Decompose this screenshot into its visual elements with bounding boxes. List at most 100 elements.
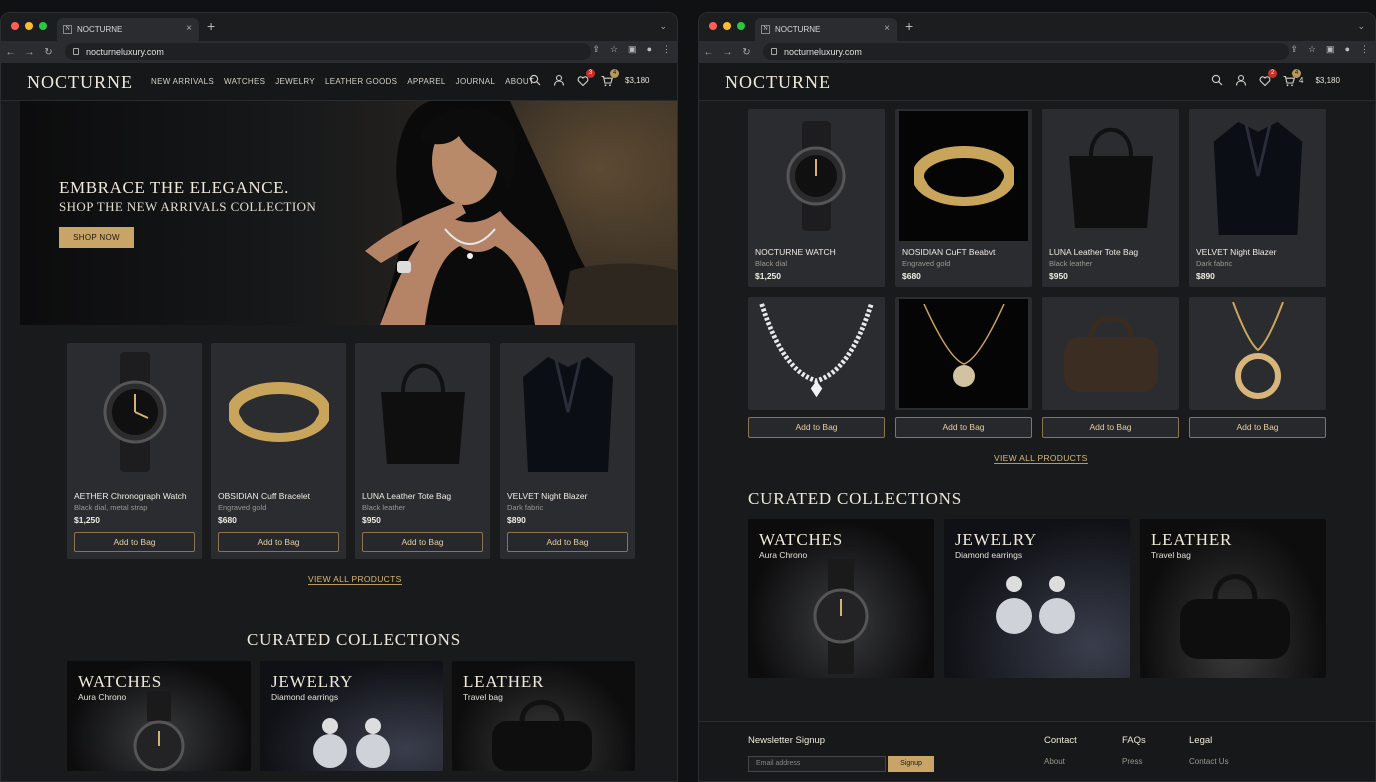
tab-bar: N NOCTURNE × + ⌄ — [1, 13, 677, 41]
product-card[interactable]: OBSIDIAN Cuff Bracelet Engraved gold $68… — [211, 343, 346, 559]
product-card[interactable] — [895, 297, 1032, 410]
add-to-bag-button[interactable]: Add to Bag — [895, 417, 1032, 438]
favicon-icon: N — [761, 25, 770, 34]
close-window-button[interactable] — [709, 22, 717, 30]
minimize-window-button[interactable] — [723, 22, 731, 30]
product-name[interactable]: AETHER Chronograph Watch — [74, 491, 187, 501]
view-all-products-link[interactable]: VIEW ALL PRODUCTS — [308, 574, 402, 585]
address-bar[interactable]: nocturneluxury.com — [65, 43, 591, 60]
product-desc: Black dial, metal strap — [74, 503, 148, 512]
signup-button[interactable]: Signup — [888, 756, 934, 772]
add-to-bag-button[interactable]: Add to Bag — [1189, 417, 1326, 438]
product-card[interactable] — [1189, 297, 1326, 410]
product-name[interactable]: LUNA Leather Tote Bag — [1049, 247, 1138, 257]
search-icon[interactable] — [1211, 74, 1223, 86]
forward-arrow-icon[interactable]: → — [718, 47, 737, 58]
product-name[interactable]: VELVET Night Blazer — [507, 491, 587, 501]
tab-list-chevron-icon[interactable]: ⌄ — [1357, 21, 1365, 32]
close-tab-icon[interactable]: × — [186, 23, 192, 34]
product-card[interactable]: LUNA Leather Tote Bag Black leather $950 — [1042, 109, 1179, 287]
blazer-icon — [522, 357, 613, 472]
product-card[interactable] — [1042, 297, 1179, 410]
product-name[interactable]: VELVET Night Blazer — [1196, 247, 1276, 257]
product-card[interactable]: VELVET Night Blazer Dark fabric $890 — [1189, 109, 1326, 287]
curated-collections-title: CURATED COLLECTIONS — [748, 489, 963, 508]
wishlist-button[interactable]: 3 — [577, 69, 595, 87]
site-logo[interactable]: NOCTURNE — [725, 72, 831, 93]
back-arrow-icon[interactable]: ← — [1, 47, 20, 58]
collection-tile-watches[interactable]: WATCHES Aura Chrono — [748, 519, 934, 678]
footer-link-about[interactable]: About — [1044, 757, 1065, 766]
footer-link-press[interactable]: Press — [1122, 757, 1142, 766]
collection-tile-watches[interactable]: WATCHES Aura Chrono — [67, 661, 251, 771]
collection-tile-jewelry[interactable]: JEWELRY Diamond earrings — [944, 519, 1130, 678]
bookmark-star-icon[interactable]: ☆ — [1308, 44, 1316, 55]
wishlist-button[interactable]: 2 — [1259, 69, 1277, 87]
add-to-bag-button[interactable]: Add to Bag — [748, 417, 885, 438]
product-name[interactable]: NOCTURNE WATCH — [755, 247, 836, 257]
share-icon[interactable]: ⇪ — [1290, 44, 1298, 55]
menu-item-new-arrivals[interactable]: NEW ARRIVALS — [151, 77, 214, 86]
sidebar-icon[interactable]: ▣ — [628, 44, 637, 55]
site-logo[interactable]: NOCTURNE — [27, 72, 133, 93]
tab-list-chevron-icon[interactable]: ⌄ — [659, 21, 667, 32]
cart-button[interactable]: 4 — [1283, 69, 1301, 87]
menu-item-apparel[interactable]: APPAREL — [407, 77, 445, 86]
product-card[interactable] — [748, 297, 885, 410]
back-arrow-icon[interactable]: ← — [699, 47, 718, 58]
close-window-button[interactable] — [11, 22, 19, 30]
menu-item-watches[interactable]: WATCHES — [224, 77, 265, 86]
cart-count-label: 4 — [1299, 75, 1304, 85]
close-tab-icon[interactable]: × — [884, 23, 890, 34]
product-name[interactable]: OBSIDIAN Cuff Bracelet — [218, 491, 310, 501]
menu-item-jewelry[interactable]: JEWELRY — [275, 77, 315, 86]
bookmark-star-icon[interactable]: ☆ — [610, 44, 618, 55]
address-bar[interactable]: nocturneluxury.com — [763, 43, 1289, 60]
email-input[interactable]: Email address — [748, 756, 886, 772]
account-icon[interactable] — [1235, 74, 1247, 86]
maximize-window-button[interactable] — [737, 22, 745, 30]
menu-item-journal[interactable]: JOURNAL — [456, 77, 495, 86]
shop-now-button[interactable]: SHOP NOW — [59, 227, 134, 248]
collection-tile-leather[interactable]: LEATHER Travel bag — [1140, 519, 1326, 678]
search-icon[interactable] — [529, 74, 541, 86]
new-tab-button[interactable]: + — [905, 19, 913, 33]
forward-arrow-icon[interactable]: → — [20, 47, 39, 58]
more-menu-icon[interactable]: ⋮ — [1360, 44, 1369, 55]
footer-link-contact-us[interactable]: Contact Us — [1189, 757, 1229, 766]
sidebar-icon[interactable]: ▣ — [1326, 44, 1335, 55]
site-footer: Newsletter Signup Email address Signup C… — [699, 721, 1375, 781]
favicon-icon: N — [63, 25, 72, 34]
product-name[interactable]: NOSIDIAN CuFT Beabvt — [902, 247, 995, 257]
add-to-bag-button[interactable]: Add to Bag — [362, 532, 483, 552]
product-card[interactable]: NOSIDIAN CuFT Beabvt Engraved gold $680 — [895, 109, 1032, 287]
browser-tab[interactable]: N NOCTURNE × — [755, 18, 897, 41]
product-card[interactable]: VELVET Night Blazer Dark fabric $890 Add… — [500, 343, 635, 559]
add-to-bag-button[interactable]: Add to Bag — [507, 532, 628, 552]
product-desc: Black dial — [755, 259, 788, 268]
product-card[interactable]: LUNA Leather Tote Bag Black leather $950… — [355, 343, 490, 559]
add-to-bag-button[interactable]: Add to Bag — [1042, 417, 1179, 438]
add-to-bag-button[interactable]: Add to Bag — [74, 532, 195, 552]
share-icon[interactable]: ⇪ — [592, 44, 600, 55]
minimize-window-button[interactable] — [25, 22, 33, 30]
cart-button[interactable]: 4 — [601, 69, 619, 87]
more-menu-icon[interactable]: ⋮ — [662, 44, 671, 55]
profile-icon[interactable]: ● — [647, 44, 652, 55]
reload-icon[interactable]: ↻ — [39, 47, 58, 58]
reload-icon[interactable]: ↻ — [737, 47, 756, 58]
collection-tile-leather[interactable]: LEATHER Travel bag — [452, 661, 635, 771]
hero-subheadline: SHOP THE NEW ARRIVALS COLLECTION — [59, 199, 317, 214]
product-card[interactable]: NOCTURNE WATCH Black dial $1,250 — [748, 109, 885, 287]
view-all-products-link[interactable]: VIEW ALL PRODUCTS — [994, 453, 1088, 464]
collection-tile-jewelry[interactable]: JEWELRY Diamond earrings — [260, 661, 443, 771]
maximize-window-button[interactable] — [39, 22, 47, 30]
menu-item-leather-goods[interactable]: LEATHER GOODS — [325, 77, 397, 86]
account-icon[interactable] — [553, 74, 565, 86]
new-tab-button[interactable]: + — [207, 19, 215, 33]
product-card[interactable]: AETHER Chronograph Watch Black dial, met… — [67, 343, 202, 559]
profile-icon[interactable]: ● — [1345, 44, 1350, 55]
add-to-bag-button[interactable]: Add to Bag — [218, 532, 339, 552]
product-name[interactable]: LUNA Leather Tote Bag — [362, 491, 451, 501]
browser-tab[interactable]: N NOCTURNE × — [57, 18, 199, 41]
